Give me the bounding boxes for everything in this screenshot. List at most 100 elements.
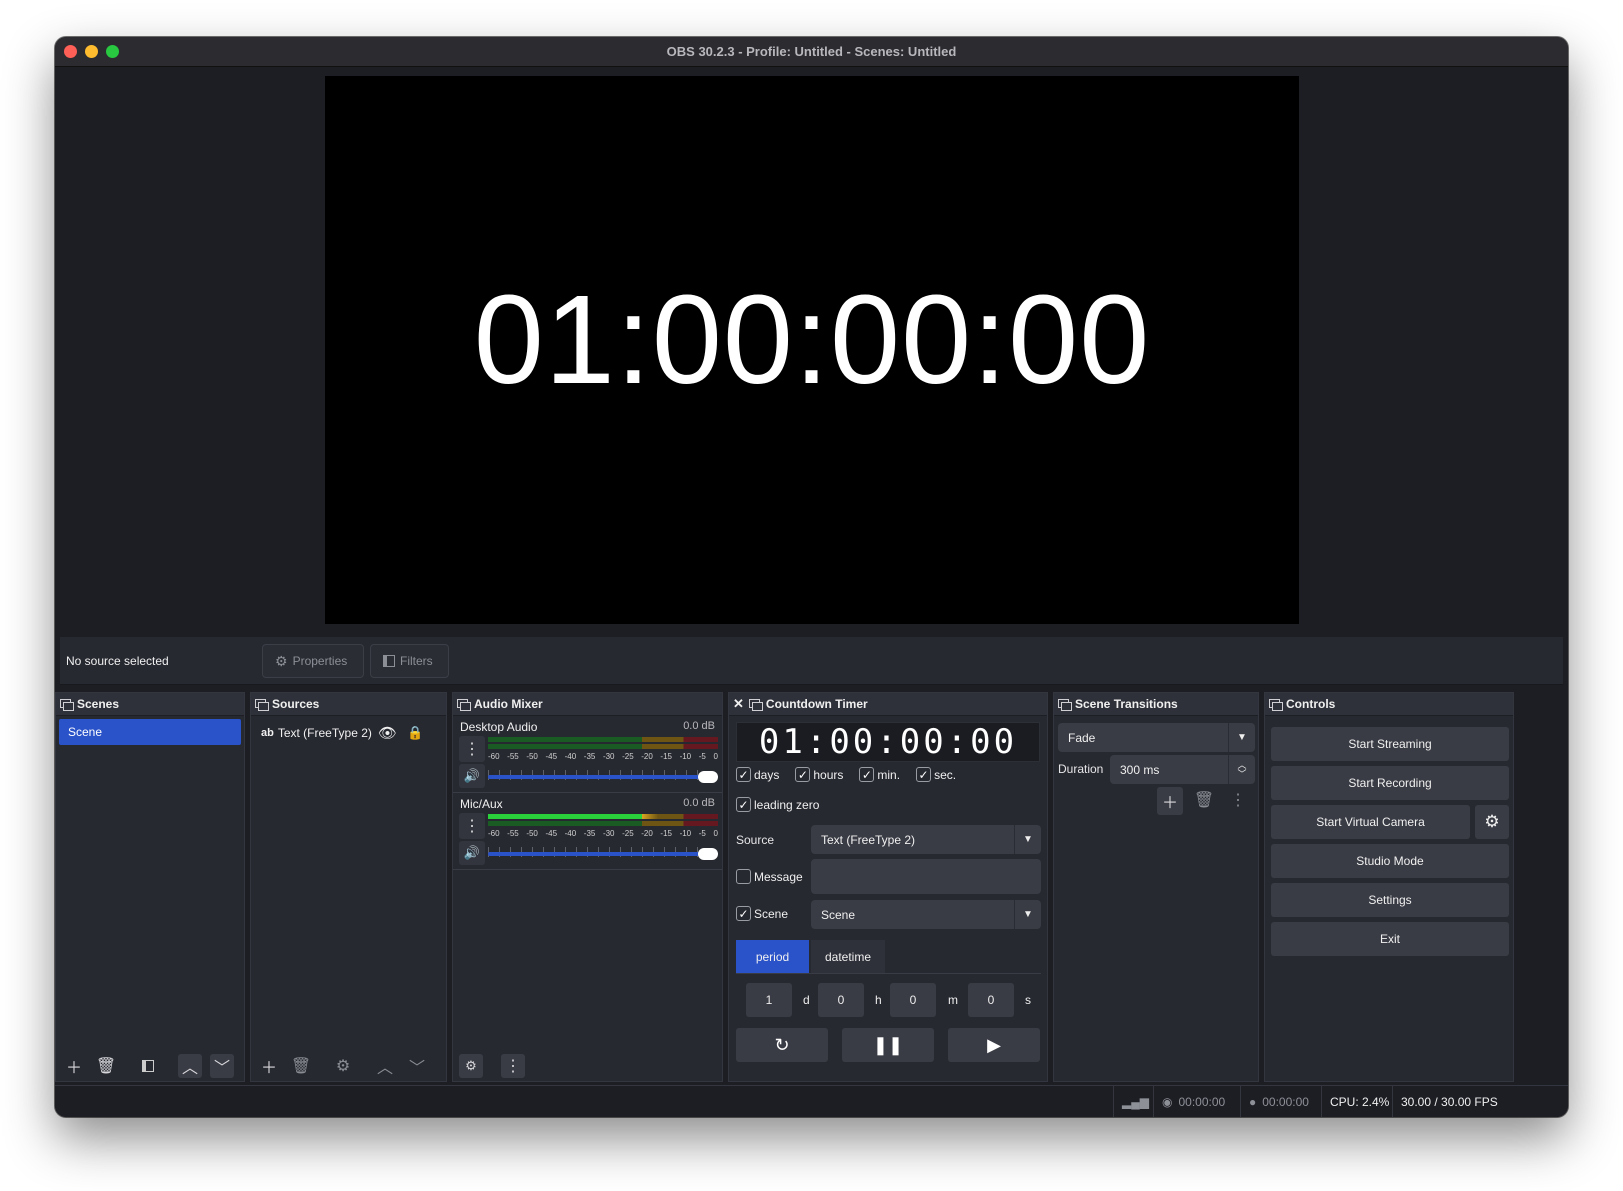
add-scene-button[interactable]: ＋ (62, 1054, 86, 1078)
studio-mode-button[interactable]: Studio Mode (1271, 844, 1509, 878)
tab-period[interactable]: period (736, 940, 809, 973)
scene-item[interactable]: Scene (59, 719, 241, 745)
volume-slider-handle[interactable] (698, 848, 718, 860)
countdown-title: Countdown Timer (765, 697, 868, 711)
seconds-input[interactable]: 0 (968, 983, 1014, 1017)
channel-name: Mic/Aux (460, 797, 503, 811)
filters-button[interactable]: Filters (370, 644, 449, 678)
move-source-up-button[interactable]: ︿ (373, 1054, 397, 1078)
record-icon: ● (1249, 1095, 1257, 1109)
source-item[interactable]: ab Text (FreeType 2) 👁 🔒 (251, 716, 446, 750)
scene-select[interactable]: Scene ▼ (811, 900, 1041, 929)
eye-icon[interactable]: 👁 (378, 724, 397, 742)
chevron-down-icon: ﹀ (213, 1060, 230, 1077)
window-controls (64, 45, 119, 58)
play-button[interactable]: ▶ (948, 1028, 1040, 1062)
message-checkbox[interactable]: Message (736, 869, 803, 884)
controls-dock: Controls Start Streaming Start Recording… (1264, 692, 1514, 1082)
move-scene-down-button[interactable]: ﹀ (210, 1054, 234, 1078)
remove-transition-button[interactable]: 🗑 (1192, 788, 1216, 812)
days-input[interactable]: 1 (746, 983, 792, 1017)
minutes-input[interactable]: 0 (890, 983, 936, 1017)
source-properties-button[interactable]: ⚙ (331, 1054, 355, 1078)
tab-datetime[interactable]: datetime (811, 940, 885, 973)
source-select[interactable]: Text (FreeType 2) ▼ (811, 825, 1041, 854)
trash-icon: 🗑 (1193, 792, 1215, 809)
close-window-button[interactable] (64, 45, 77, 58)
gear-icon: ⚙ (335, 1058, 351, 1075)
start-virtual-camera-button[interactable]: Start Virtual Camera (1271, 805, 1470, 839)
properties-button[interactable]: ⚙ Properties (262, 644, 364, 678)
exit-button[interactable]: Exit (1271, 922, 1509, 956)
record-status: ● 00:00:00 (1240, 1086, 1309, 1117)
message-input[interactable] (811, 859, 1041, 894)
scenes-title: Scenes (77, 697, 120, 711)
reset-icon: ↻ (774, 1034, 790, 1055)
leading-zero-checkbox[interactable]: ✓ leading zero (736, 797, 819, 812)
transition-menu-button[interactable]: ⋮ (1226, 788, 1250, 812)
dock-float-icon[interactable] (748, 698, 763, 711)
days-unit: d (803, 993, 810, 1007)
minutes-checkbox[interactable]: ✓ min. (859, 767, 900, 782)
start-streaming-button[interactable]: Start Streaming (1271, 727, 1509, 761)
preview-canvas[interactable]: 01:00:00:00 (325, 76, 1299, 624)
advanced-audio-button[interactable]: ⚙ (459, 1054, 483, 1078)
lock-icon[interactable]: 🔒 (407, 725, 423, 741)
remove-scene-button[interactable]: 🗑 (94, 1054, 118, 1078)
cpu-usage: CPU: 2.4% (1321, 1086, 1389, 1117)
audio-mixer-toolbar: ⚙ ⋮ (453, 1051, 722, 1081)
close-icon[interactable]: ✕ (733, 696, 744, 712)
unit-checkboxes: ✓ days ✓ hours ✓ min. ✓ sec. (736, 767, 956, 782)
hours-checkbox[interactable]: ✓ hours (795, 767, 843, 782)
volume-slider[interactable] (488, 852, 718, 856)
speaker-icon[interactable]: 🔊 (459, 841, 485, 865)
reset-button[interactable]: ↻ (736, 1028, 828, 1062)
volume-meter (488, 736, 718, 752)
move-scene-up-button[interactable]: ︿ (178, 1054, 202, 1078)
stream-status: ◉ 00:00:00 (1153, 1086, 1225, 1117)
channel-db: 0.0 dB (683, 720, 715, 732)
dock-float-icon[interactable] (255, 698, 269, 711)
maximize-window-button[interactable] (106, 45, 119, 58)
remove-source-button[interactable]: 🗑 (289, 1054, 313, 1078)
scene-filters-button[interactable] (136, 1054, 160, 1078)
speaker-icon[interactable]: 🔊 (459, 764, 485, 788)
scene-transitions-dock: Scene Transitions Fade ▼ Duration 300 ms… (1053, 692, 1259, 1082)
no-source-label: No source selected (66, 653, 169, 668)
desktop-audio-channel: Desktop Audio 0.0 dB ⋮ -60 -55 -50 -45 -40 -3… (453, 716, 722, 793)
spinner-arrows-icon[interactable]: ︿ ﹀ (1228, 755, 1255, 784)
channel-menu-button[interactable]: ⋮ (459, 813, 485, 839)
meter-scale: -60 -55 -50 -45 -40 -35 -30 -25 -20 -15 -10 -5 0 (488, 752, 718, 761)
preview-area: 01:00:00:00 (55, 67, 1568, 637)
start-recording-button[interactable]: Start Recording (1271, 766, 1509, 800)
move-source-down-button[interactable]: ﹀ (405, 1054, 429, 1078)
pause-button[interactable]: ❚❚ (842, 1028, 934, 1062)
hours-unit: h (875, 993, 882, 1007)
dock-float-icon[interactable] (457, 698, 471, 711)
volume-slider[interactable] (488, 775, 718, 779)
broadcast-icon: ◉ (1162, 1095, 1173, 1109)
network-icon: ▂▄▆ (1113, 1086, 1153, 1117)
dock-float-icon[interactable] (1269, 698, 1283, 711)
context-bar: No source selected ⚙ Properties Filters (60, 637, 1563, 685)
mixer-menu-button[interactable]: ⋮ (501, 1054, 525, 1078)
channel-menu-button[interactable]: ⋮ (459, 736, 485, 762)
transition-select[interactable]: Fade ▼ (1058, 723, 1255, 752)
dock-float-icon[interactable] (1058, 698, 1072, 711)
hours-input[interactable]: 0 (818, 983, 864, 1017)
add-source-button[interactable]: ＋ (257, 1054, 281, 1078)
chevron-up-icon: ︿ (181, 1060, 198, 1077)
minimize-window-button[interactable] (85, 45, 98, 58)
filters-label: Filters (400, 654, 433, 668)
scene-checkbox[interactable]: ✓ Scene (736, 906, 788, 921)
channel-name: Desktop Audio (460, 720, 538, 734)
volume-slider-handle[interactable] (698, 771, 718, 783)
dock-float-icon[interactable] (60, 698, 74, 711)
add-transition-button[interactable]: ＋ (1157, 787, 1183, 815)
days-checkbox[interactable]: ✓ days (736, 767, 779, 782)
seconds-checkbox[interactable]: ✓ sec. (916, 767, 956, 782)
virtual-camera-settings-button[interactable]: ⚙ (1475, 805, 1509, 839)
chevron-down-icon: ﹀ (408, 1060, 425, 1077)
settings-button[interactable]: Settings (1271, 883, 1509, 917)
duration-spinbox[interactable]: 300 ms ︿ ﹀ (1110, 755, 1255, 784)
